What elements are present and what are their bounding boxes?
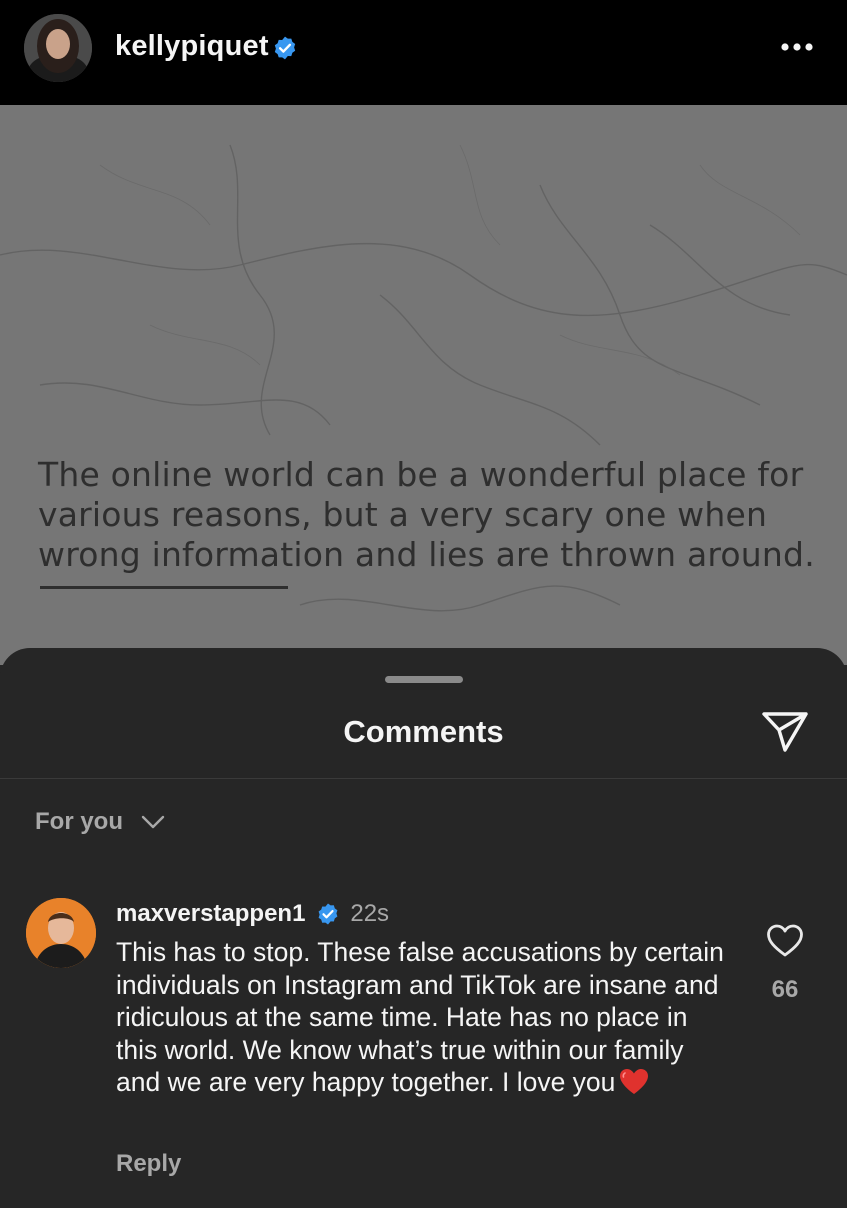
avatar[interactable] [24, 14, 92, 82]
red-heart-emoji-icon [620, 1069, 649, 1094]
comment-username[interactable]: maxverstappen1 [116, 900, 305, 928]
more-options-icon[interactable] [772, 30, 822, 64]
post-caption-text: The online world can be a wonderful plac… [38, 455, 838, 575]
avatar-image [24, 14, 92, 82]
comment-item: maxverstappen1 22s This has to stop. The… [0, 896, 847, 1196]
verified-badge-icon [274, 36, 296, 60]
sheet-drag-handle[interactable] [385, 676, 463, 683]
heart-outline-icon[interactable] [766, 924, 804, 958]
send-icon[interactable] [760, 708, 810, 754]
verified-badge-icon [318, 903, 338, 925]
post-caption-line: The online world can be a wonderful plac… [38, 455, 804, 494]
comment-sort-dropdown[interactable]: For you [35, 808, 165, 838]
post-image[interactable]: The online world can be a wonderful plac… [0, 105, 847, 665]
caption-underline [40, 586, 288, 589]
post-author-username[interactable]: kellypiquet [115, 30, 269, 63]
comments-sheet: Comments For you maxverstappen1 22s This… [0, 648, 847, 1208]
post-caption-line: various reasons, but a very scary one wh… [38, 495, 768, 534]
avatar[interactable] [26, 898, 96, 968]
sort-label: For you [35, 808, 123, 835]
commenter-avatar-image [26, 898, 96, 968]
sheet-title: Comments [343, 714, 504, 749]
reply-button[interactable]: Reply [116, 1150, 181, 1178]
post-caption-line: wrong information and lies are thrown ar… [38, 535, 815, 574]
comment-timestamp: 22s [350, 900, 390, 927]
comment-header: maxverstappen1 22s [116, 900, 389, 932]
marble-background [0, 105, 847, 665]
comment-text-block: This has to stop. These false accusation… [116, 936, 726, 1099]
chevron-down-icon [142, 815, 165, 829]
like-count: 66 [771, 976, 799, 1003]
divider [0, 778, 847, 779]
post-header: kellypiquet [0, 0, 847, 105]
